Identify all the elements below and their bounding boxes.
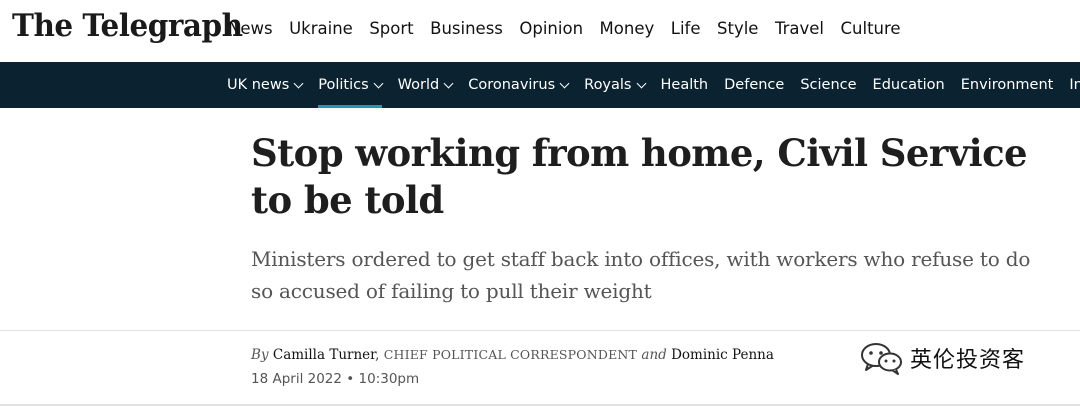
- watermark: 英伦投资客: [860, 341, 1025, 375]
- chevron-down-icon: [373, 78, 384, 88]
- watermark-text: 英伦投资客: [910, 348, 1026, 373]
- subnav-item-science[interactable]: Science: [800, 62, 856, 108]
- article-standfirst: Ministers ordered to get staff back into…: [251, 247, 1031, 303]
- subnav-item-label: World: [397, 77, 440, 93]
- masthead: The Telegraph News Ukraine Sport Busines…: [0, 0, 1080, 62]
- subnav-item-world[interactable]: World: [397, 62, 454, 108]
- subnav-item-investigations[interactable]: Investiga: [1069, 62, 1080, 108]
- nav-item-travel[interactable]: Travel: [775, 18, 824, 40]
- nav-item-ukraine[interactable]: Ukraine: [289, 18, 353, 40]
- chevron-down-icon: [443, 78, 454, 88]
- nav-item-news[interactable]: News: [228, 18, 273, 40]
- nav-item-culture[interactable]: Culture: [841, 18, 901, 40]
- wechat-icon: [861, 343, 902, 375]
- article-headline: Stop working from home, Civil Service to…: [251, 131, 1028, 222]
- subnav-item-label: Royals: [584, 77, 632, 93]
- subnav-item-label: Science: [800, 77, 857, 93]
- primary-nav: News Ukraine Sport Business Opinion Mone…: [228, 18, 917, 40]
- author-link[interactable]: Camilla Turner: [273, 347, 375, 363]
- byline-by: By: [251, 347, 269, 363]
- chevron-down-icon: [636, 78, 646, 88]
- subnav-item-royals[interactable]: Royals: [584, 62, 646, 108]
- chevron-down-icon: [559, 78, 570, 88]
- subnav-item-label: Coronavirus: [468, 77, 556, 93]
- subnav-item-label: Defence: [724, 77, 785, 93]
- byline: By Camilla Turner, Chief Political Corre…: [251, 347, 774, 363]
- byline-and: and: [641, 347, 667, 363]
- subnav-item-label: Health: [660, 77, 709, 93]
- nav-item-money[interactable]: Money: [600, 18, 655, 40]
- chevron-down-icon: [293, 78, 304, 88]
- subnav-item-label: UK news: [227, 77, 290, 93]
- publish-date: 18 April 2022 • 10:30pm: [251, 371, 420, 387]
- divider: [0, 330, 1080, 331]
- byline-comma: ,: [375, 347, 380, 363]
- subnav-item-education[interactable]: Education: [873, 62, 945, 108]
- subnav-items: UK news Politics World Coronavirus Royal…: [227, 62, 1080, 108]
- subnav-item-uk-news[interactable]: UK news: [227, 62, 304, 108]
- subnav-item-defence[interactable]: Defence: [724, 62, 784, 108]
- subnav-item-coronavirus[interactable]: Coronavirus: [468, 62, 570, 108]
- author-role: Chief Political Correspondent: [383, 347, 638, 362]
- nav-item-style[interactable]: Style: [717, 18, 758, 40]
- nav-item-opinion[interactable]: Opinion: [519, 18, 583, 40]
- subnav-item-label: Investiga: [1069, 77, 1080, 93]
- subnav-item-label: Education: [872, 77, 945, 93]
- subnav-item-health[interactable]: Health: [661, 62, 709, 108]
- subnav-item-label: Environment: [960, 77, 1054, 93]
- subnav-item-environment[interactable]: Environment: [961, 62, 1054, 108]
- section-subnav: UK news Politics World Coronavirus Royal…: [0, 62, 1080, 108]
- subnav-item-label: Politics: [318, 77, 369, 93]
- nav-item-life[interactable]: Life: [671, 18, 701, 40]
- author-link[interactable]: Dominic Penna: [671, 347, 774, 363]
- subnav-item-politics[interactable]: Politics: [318, 62, 384, 108]
- telegraph-logo[interactable]: The Telegraph: [12, 8, 243, 44]
- nav-item-business[interactable]: Business: [430, 18, 503, 40]
- nav-item-sport[interactable]: Sport: [369, 18, 413, 40]
